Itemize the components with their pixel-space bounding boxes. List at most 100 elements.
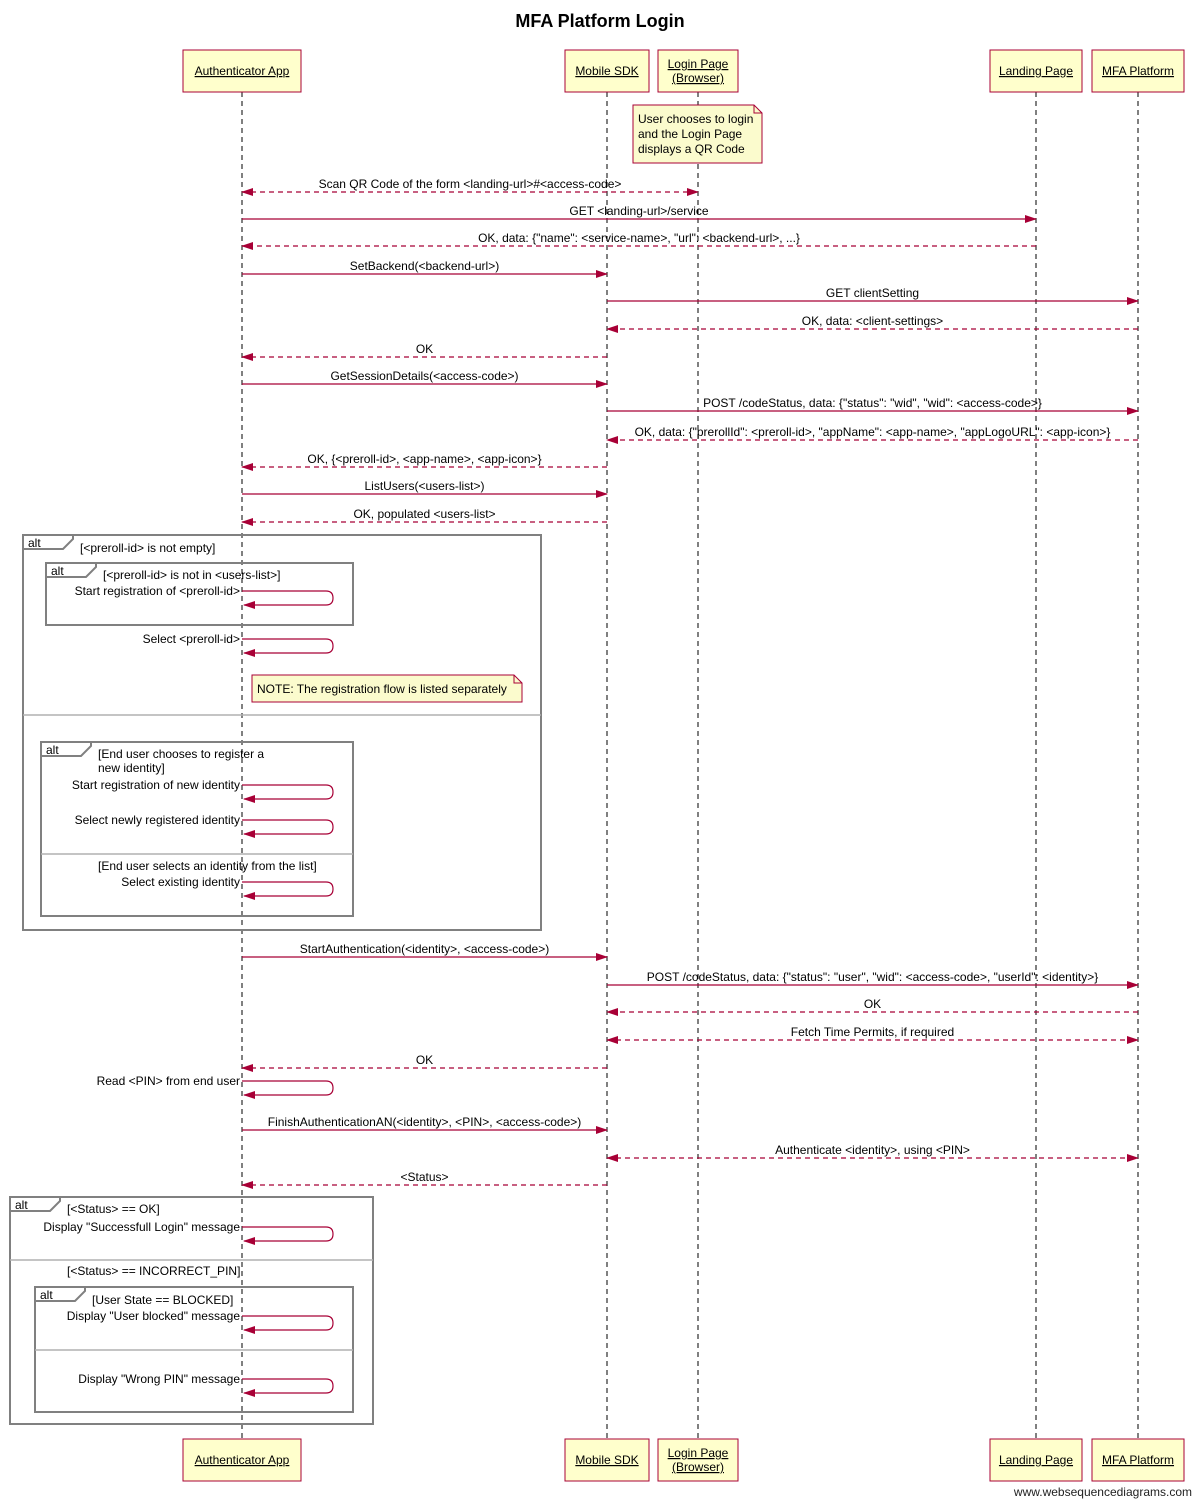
message-label: Start registration of <preroll-id> — [75, 584, 240, 598]
message-label: GET clientSetting — [826, 286, 919, 300]
note-qr: User chooses to loginand the Login Paged… — [632, 104, 763, 164]
message-5[interactable]: OK, data: <client-settings> — [606, 314, 1138, 333]
message-24[interactable]: FinishAuthenticationAN(<identity>, <PIN>… — [242, 1115, 608, 1134]
self-message-arrow — [242, 819, 334, 838]
message-label: Select existing identity — [121, 875, 240, 889]
message-16[interactable]: Select newly registered identity — [75, 813, 334, 838]
message-23[interactable]: Read <PIN> from end user — [97, 1074, 334, 1099]
message-1[interactable]: GET <landing-url>/service — [242, 204, 1037, 223]
message-26[interactable]: <Status> — [241, 1170, 607, 1189]
message-label: Read <PIN> from end user — [97, 1074, 240, 1088]
frame-guard: [<preroll-id> is not empty] — [80, 541, 215, 555]
note-line: displays a QR Code — [638, 142, 745, 156]
frames: alt [<preroll-id> is not empty] alt [<prero… — [9, 534, 542, 1425]
message-label: GET <landing-url>/service — [569, 204, 709, 218]
participant-label: Landing Page — [999, 1453, 1073, 1467]
participant-login-bottom[interactable]: Login Page(Browser) — [657, 1438, 739, 1482]
participant-mfa-top[interactable]: MFA Platform — [1091, 49, 1185, 93]
message-label: OK — [416, 342, 433, 356]
note-line: User chooses to login — [638, 112, 753, 126]
participant-label: Landing Page — [999, 64, 1073, 78]
message-17[interactable]: Select existing identity — [121, 875, 334, 900]
message-12[interactable]: OK, populated <users-list> — [241, 507, 607, 526]
message-label: Scan QR Code of the form <landing-url>#<… — [319, 177, 622, 191]
self-message-arrow — [242, 1315, 334, 1334]
message-14[interactable]: Select <preroll-id> — [143, 632, 334, 657]
message-label: OK, {<preroll-id>, <app-name>, <app-icon… — [307, 452, 541, 466]
message-label: POST /codeStatus, data: {"status": "user… — [647, 970, 1098, 984]
participant-auth-bottom[interactable]: Authenticator App — [182, 1438, 302, 1482]
footer-watermark[interactable]: www.websequencediagrams.com — [1013, 1485, 1192, 1499]
message-18[interactable]: StartAuthentication(<identity>, <access-… — [242, 942, 608, 961]
message-label: POST /codeStatus, data: {"status": "wid"… — [703, 396, 1042, 410]
message-10[interactable]: OK, {<preroll-id>, <app-name>, <app-icon… — [241, 452, 607, 471]
message-label: StartAuthentication(<identity>, <access-… — [300, 942, 549, 956]
message-label: Display "Successfull Login" message — [43, 1220, 240, 1234]
participant-sdk-top[interactable]: Mobile SDK — [564, 49, 650, 93]
message-15[interactable]: Start registration of new identity — [72, 778, 334, 803]
participant-label: Mobile SDK — [575, 1453, 638, 1467]
frame-guard: [<Status> == INCORRECT_PIN] — [67, 1264, 240, 1278]
message-20[interactable]: OK — [606, 997, 1138, 1016]
message-22[interactable]: OK — [241, 1053, 607, 1072]
message-4[interactable]: GET clientSetting — [607, 286, 1139, 305]
message-7[interactable]: GetSessionDetails(<access-code>) — [242, 369, 608, 388]
message-label: FinishAuthenticationAN(<identity>, <PIN>… — [268, 1115, 582, 1129]
participant-mfa-bottom[interactable]: MFA Platform — [1091, 1438, 1185, 1482]
message-2[interactable]: OK, data: {"name": <service-name>, "url"… — [241, 231, 1036, 250]
participant-label: (Browser) — [672, 1460, 724, 1474]
frame-keyword: alt — [28, 536, 41, 550]
sequence-diagram: MFA Platform Login alt [<preroll-id> is n… — [9, 11, 1192, 1499]
participant-landing-bottom[interactable]: Landing Page — [989, 1438, 1083, 1482]
message-label: Authenticate <identity>, using <PIN> — [775, 1143, 970, 1157]
participant-login-top[interactable]: Login Page(Browser) — [657, 49, 739, 93]
message-label: Display "User blocked" message — [67, 1309, 241, 1323]
frame-alt-new-identity: alt [End user chooses to register anew id… — [40, 741, 354, 917]
message-label: Select newly registered identity — [75, 813, 240, 827]
message-21[interactable]: Fetch Time Permits, if required — [606, 1025, 1139, 1044]
message-label: Display "Wrong PIN" message — [78, 1372, 240, 1386]
message-9[interactable]: OK, data: {"prerollId": <preroll-id>, "a… — [606, 425, 1138, 444]
message-0[interactable]: Scan QR Code of the form <landing-url>#<… — [241, 177, 699, 196]
participant-auth-top[interactable]: Authenticator App — [182, 49, 302, 93]
participant-label: Authenticator App — [195, 1453, 290, 1467]
diagram-title: MFA Platform Login — [515, 11, 684, 31]
self-message-arrow — [242, 1080, 334, 1099]
frame-keyword: alt — [40, 1288, 53, 1302]
participant-label: MFA Platform — [1102, 1453, 1174, 1467]
notes: User chooses to loginand the Login Paged… — [251, 104, 763, 703]
participant-label: MFA Platform — [1102, 64, 1174, 78]
message-label: OK, data: {"name": <service-name>, "url"… — [478, 231, 800, 245]
self-message-arrow — [242, 1226, 334, 1245]
frame-keyword: alt — [15, 1198, 28, 1212]
participant-label: Login Page — [668, 57, 729, 71]
message-label: Select <preroll-id> — [143, 632, 240, 646]
note-registration: NOTE: The registration flow is listed se… — [251, 674, 523, 703]
message-6[interactable]: OK — [241, 342, 607, 361]
message-27[interactable]: Display "Successfull Login" message — [43, 1220, 334, 1245]
message-label: Fetch Time Permits, if required — [791, 1025, 954, 1039]
frame-keyword: alt — [51, 564, 64, 578]
message-29[interactable]: Display "Wrong PIN" message — [78, 1372, 334, 1397]
participant-label: (Browser) — [672, 71, 724, 85]
message-13[interactable]: Start registration of <preroll-id> — [75, 584, 334, 609]
message-label: OK, populated <users-list> — [353, 507, 495, 521]
self-message-arrow — [242, 784, 334, 803]
frame-keyword: alt — [46, 743, 59, 757]
note-line: and the Login Page — [638, 127, 742, 141]
frame-guard: [End user selects an identity from the l… — [98, 859, 317, 873]
message-8[interactable]: POST /codeStatus, data: {"status": "wid"… — [607, 396, 1139, 415]
message-25[interactable]: Authenticate <identity>, using <PIN> — [606, 1143, 1139, 1162]
self-message-arrow — [242, 638, 334, 657]
message-28[interactable]: Display "User blocked" message — [67, 1309, 334, 1334]
participant-label: Mobile SDK — [575, 64, 638, 78]
messages: Scan QR Code of the form <landing-url>#<… — [43, 177, 1139, 1397]
self-message-arrow — [242, 1378, 334, 1397]
participant-landing-top[interactable]: Landing Page — [989, 49, 1083, 93]
participant-sdk-bottom[interactable]: Mobile SDK — [564, 1438, 650, 1482]
message-label: OK, data: {"prerollId": <preroll-id>, "a… — [635, 425, 1111, 439]
message-3[interactable]: SetBackend(<backend-url>) — [242, 259, 608, 278]
message-11[interactable]: ListUsers(<users-list>) — [242, 479, 608, 498]
frame-guard: [<preroll-id> is not in <users-list>] — [103, 568, 280, 582]
message-19[interactable]: POST /codeStatus, data: {"status": "user… — [607, 970, 1139, 989]
